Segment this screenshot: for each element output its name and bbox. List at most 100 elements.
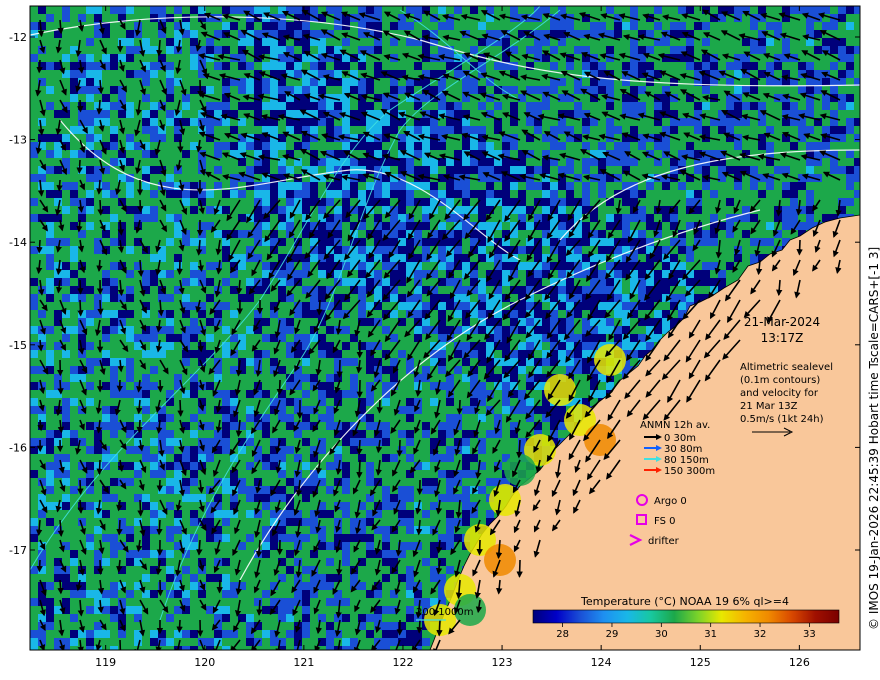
sst-cell xyxy=(254,182,262,190)
sst-cell xyxy=(438,262,446,270)
ocean-current-map: 119 120 121 122 123 124 125 126 -12-13-14-15-16… xyxy=(9,5,880,669)
sst-cell xyxy=(62,414,70,422)
sst-cell xyxy=(166,142,174,150)
sst-cell xyxy=(446,422,454,430)
sst-cell xyxy=(446,478,454,486)
sst-cell xyxy=(446,22,454,30)
sst-cell xyxy=(294,30,302,38)
sst-cell xyxy=(46,6,54,14)
sst-cell xyxy=(102,310,110,318)
sst-cell xyxy=(294,182,302,190)
sst-cell xyxy=(54,6,62,14)
sst-cell xyxy=(622,158,630,166)
sst-cell xyxy=(374,294,382,302)
sst-cell xyxy=(806,22,814,30)
map-figure: 119 120 121 122 123 124 125 126 -12 -13 -14 -15 -16… xyxy=(0,0,880,680)
sst-cell xyxy=(742,214,750,222)
sst-cell xyxy=(598,182,606,190)
sst-cell xyxy=(646,214,654,222)
sst-cell xyxy=(190,478,198,486)
sst-cell xyxy=(150,166,158,174)
sst-cell xyxy=(334,390,342,398)
sst-cell xyxy=(374,414,382,422)
sst-cell xyxy=(510,46,518,54)
sst-cell xyxy=(262,222,270,230)
sst-cell xyxy=(126,390,134,398)
sst-cell xyxy=(614,334,622,342)
sst-cell xyxy=(126,150,134,158)
sst-cell xyxy=(846,54,854,62)
sst-cell xyxy=(766,230,774,238)
sst-cell xyxy=(854,14,860,22)
sst-cell xyxy=(190,150,198,158)
sst-cell xyxy=(222,158,230,166)
sst-cell xyxy=(390,214,398,222)
sst-cell xyxy=(102,238,110,246)
sst-cell xyxy=(614,142,622,150)
sst-cell xyxy=(742,62,750,70)
sst-cell xyxy=(670,214,678,222)
sst-cell xyxy=(302,230,310,238)
sst-cell xyxy=(814,86,822,94)
sst-cell xyxy=(398,270,406,278)
sst-cell xyxy=(742,86,750,94)
sst-cell xyxy=(718,14,726,22)
sst-cell xyxy=(46,462,54,470)
sst-cell xyxy=(286,318,294,326)
sst-cell xyxy=(262,374,270,382)
sst-cell xyxy=(742,142,750,150)
sst-cell xyxy=(590,158,598,166)
sst-cell xyxy=(590,62,598,70)
sst-cell xyxy=(342,102,350,110)
sst-cell xyxy=(222,46,230,54)
sst-cell xyxy=(414,126,422,134)
sst-cell xyxy=(150,302,158,310)
sst-cell xyxy=(534,14,542,22)
sst-cell xyxy=(270,358,278,366)
sst-cell xyxy=(142,390,150,398)
sst-cell xyxy=(198,342,206,350)
sst-cell xyxy=(102,398,110,406)
sst-cell xyxy=(462,126,470,134)
sst-cell xyxy=(622,22,630,30)
sst-cell xyxy=(326,390,334,398)
sst-cell xyxy=(766,206,774,214)
sst-cell xyxy=(454,366,462,374)
sst-cell xyxy=(622,230,630,238)
sst-cell xyxy=(646,278,654,286)
sst-cell xyxy=(318,382,326,390)
sst-cell xyxy=(270,102,278,110)
sst-cell xyxy=(158,150,166,158)
sst-cell xyxy=(334,102,342,110)
sst-cell xyxy=(574,86,582,94)
sst-cell xyxy=(558,302,566,310)
sst-cell xyxy=(62,334,70,342)
sst-cell xyxy=(46,166,54,174)
sst-cell xyxy=(606,6,614,14)
sst-cell xyxy=(302,462,310,470)
sst-cell xyxy=(742,230,750,238)
sst-cell xyxy=(606,214,614,222)
sst-cell xyxy=(110,70,118,78)
sst-cell xyxy=(302,190,310,198)
sst-cell xyxy=(78,278,86,286)
sst-cell xyxy=(822,22,830,30)
sst-cell xyxy=(54,254,62,262)
sst-cell xyxy=(758,190,766,198)
sst-cell xyxy=(494,134,502,142)
sst-cell xyxy=(806,198,814,206)
sst-cell xyxy=(238,230,246,238)
sst-cell xyxy=(790,166,798,174)
sst-cell xyxy=(134,374,142,382)
sst-cell xyxy=(502,78,510,86)
sst-cell xyxy=(646,206,654,214)
sst-cell xyxy=(278,206,286,214)
sst-cell xyxy=(478,326,486,334)
sst-cell xyxy=(294,270,302,278)
sst-cell xyxy=(774,70,782,78)
sst-cell xyxy=(502,54,510,62)
sst-cell xyxy=(438,54,446,62)
sst-cell xyxy=(598,94,606,102)
sst-cell xyxy=(182,158,190,166)
sst-cell xyxy=(518,110,526,118)
